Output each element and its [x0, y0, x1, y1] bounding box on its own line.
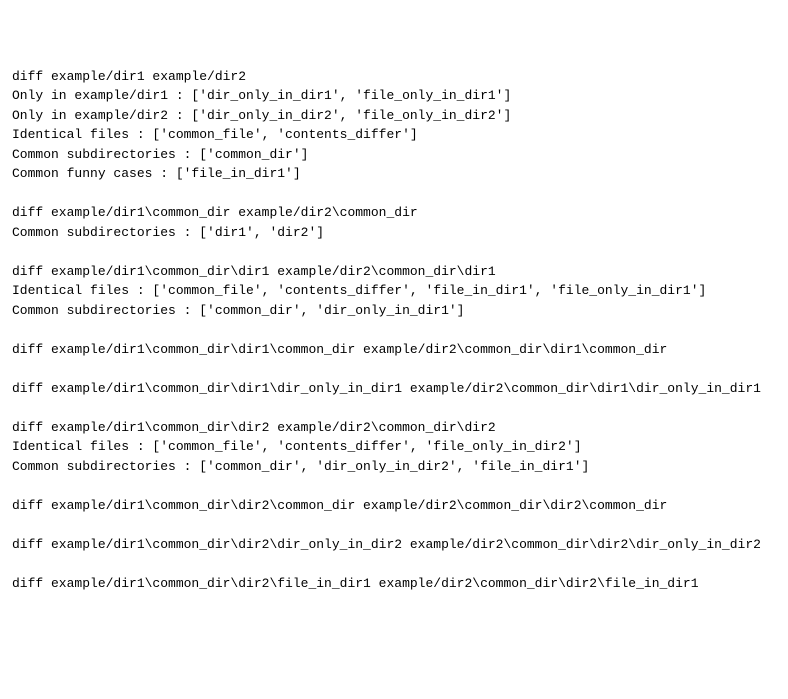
blank-line	[12, 359, 776, 379]
output-line: diff example/dir1\common_dir\dir1\common…	[12, 340, 776, 360]
output-line: diff example/dir1\common_dir\dir2\file_i…	[12, 574, 776, 594]
output-line: Common subdirectories : ['common_dir', '…	[12, 457, 776, 477]
output-line: Common subdirectories : ['dir1', 'dir2']	[12, 223, 776, 243]
blank-line	[12, 242, 776, 262]
blank-line	[12, 320, 776, 340]
output-line: Identical files : ['common_file', 'conte…	[12, 125, 776, 145]
output-line: diff example/dir1\common_dir\dir1 exampl…	[12, 262, 776, 282]
output-line: diff example/dir1\common_dir example/dir…	[12, 203, 776, 223]
output-line: Common funny cases : ['file_in_dir1']	[12, 164, 776, 184]
blank-line	[12, 184, 776, 204]
output-line: Only in example/dir1 : ['dir_only_in_dir…	[12, 86, 776, 106]
output-line: diff example/dir1\common_dir\dir2\dir_on…	[12, 535, 776, 555]
blank-line	[12, 554, 776, 574]
output-line: Only in example/dir2 : ['dir_only_in_dir…	[12, 106, 776, 126]
blank-line	[12, 476, 776, 496]
output-line: diff example/dir1\common_dir\dir1\dir_on…	[12, 379, 776, 399]
output-line: Identical files : ['common_file', 'conte…	[12, 281, 776, 301]
output-line: diff example/dir1\common_dir\dir2\common…	[12, 496, 776, 516]
output-line: diff example/dir1 example/dir2	[12, 67, 776, 87]
blank-line	[12, 515, 776, 535]
output-line: diff example/dir1\common_dir\dir2 exampl…	[12, 418, 776, 438]
output-line: Identical files : ['common_file', 'conte…	[12, 437, 776, 457]
output-line: Common subdirectories : ['common_dir']	[12, 145, 776, 165]
blank-line	[12, 398, 776, 418]
output-line: Common subdirectories : ['common_dir', '…	[12, 301, 776, 321]
terminal-output: diff example/dir1 example/dir2Only in ex…	[12, 67, 776, 594]
